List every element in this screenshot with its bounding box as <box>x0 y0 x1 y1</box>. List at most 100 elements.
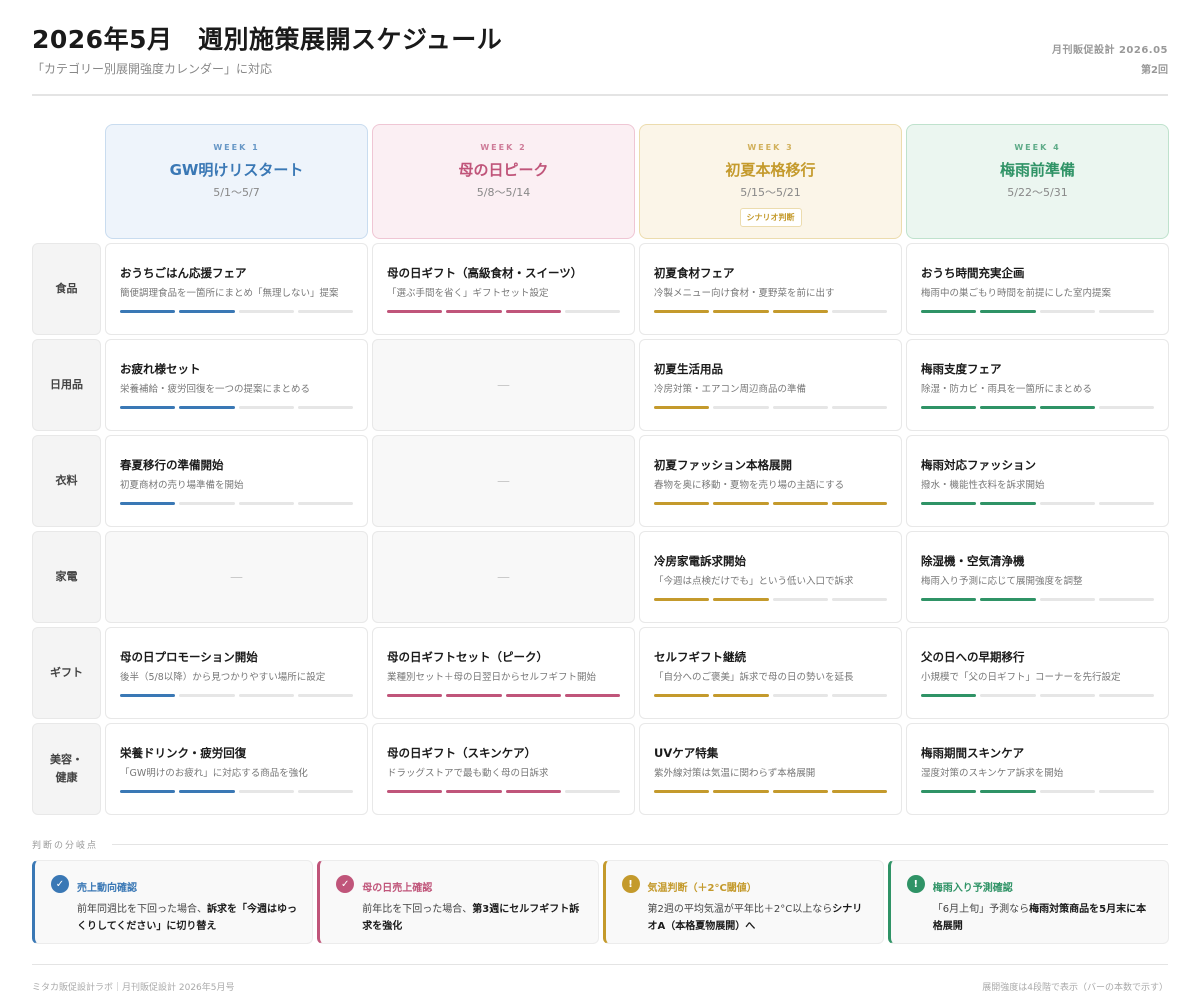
week-title: GW明けリスタート <box>169 161 304 179</box>
alert-icon: ! <box>621 875 640 893</box>
intensity-segment <box>831 693 887 697</box>
note-body-text: 前年同週比を下回った場合、 <box>77 904 207 915</box>
footer-divider <box>32 964 1168 965</box>
grid-corner-spacer <box>32 124 101 239</box>
note-body-text: 前年比を下回った場合、 <box>362 904 473 915</box>
schedule-cell: UVケア特集 紫外線対策は気温に関わらず本格展開 <box>639 723 902 815</box>
decision-note-title: 気温判断（＋2°C閾値） <box>647 883 757 894</box>
decision-section-label: 判断の分岐点 <box>32 841 99 851</box>
intensity-bar <box>921 405 1154 409</box>
intensity-segment <box>654 597 710 601</box>
intensity-segment <box>564 693 620 697</box>
category-label: ギフト <box>32 627 101 719</box>
week-date-range: 5/15〜5/21 <box>740 186 801 199</box>
intensity-bar <box>921 693 1154 697</box>
intensity-segment <box>654 693 710 697</box>
intensity-bar <box>654 597 887 601</box>
week-title: 母の日ピーク <box>458 161 549 179</box>
intensity-segment <box>297 405 353 409</box>
intensity-segment <box>1039 693 1095 697</box>
intensity-bar <box>654 405 887 409</box>
intensity-segment <box>1039 789 1095 793</box>
note-body-text: 「6月上旬」予測なら <box>932 904 1030 915</box>
cell-description: 梅雨中の巣ごもり時間を前提にした室内提案 <box>921 288 1112 300</box>
footer-legend-note: 展開強度は4段階で表示（バーの本数で示す） <box>982 983 1168 993</box>
empty-dash: — <box>230 569 243 585</box>
section-divider <box>112 844 1168 845</box>
intensity-segment <box>1098 693 1154 697</box>
cell-description: 「GW明けのお疲れ」に対応する商品を強化 <box>120 768 308 780</box>
decision-note-title: 梅雨入り予測確認 <box>932 883 1013 894</box>
intensity-segment <box>713 693 769 697</box>
publication-label: 月刊販促設計 2026.05 <box>1051 45 1168 56</box>
intensity-segment <box>1098 405 1154 409</box>
category-label: 日用品 <box>32 339 101 431</box>
intensity-segment <box>831 405 887 409</box>
cell-title: 除湿機・空気清浄機 <box>921 554 1025 569</box>
cell-title: 初夏食材フェア <box>654 266 735 281</box>
intensity-segment <box>980 789 1036 793</box>
intensity-segment <box>120 693 176 697</box>
intensity-segment <box>831 597 887 601</box>
decision-note-body: 第2週の平均気温が平年比＋2°C以上ならシナリオA（本格夏物展開）へ <box>648 901 869 935</box>
decision-note-body: 「6月上旬」予測なら梅雨対策商品を5月末に本格展開 <box>933 901 1154 935</box>
issue-label: 第2回 <box>1141 65 1168 76</box>
cell-description: 紫外線対策は気温に関わらず本格展開 <box>654 768 816 780</box>
intensity-segment <box>772 789 828 793</box>
cell-title: 母の日ギフト（スキンケア） <box>387 746 537 761</box>
decision-note: ✓ 母の日売上確認 前年比を下回った場合、第3週にセルフギフト訴求を強化 <box>317 860 599 944</box>
schedule-cell: 栄養ドリンク・疲労回復「GW明けのお疲れ」に対応する商品を強化 <box>105 723 368 815</box>
intensity-segment <box>772 309 828 313</box>
category-label: 家電 <box>32 531 101 623</box>
intensity-segment <box>564 789 620 793</box>
decision-note: ✓ 売上動向確認 前年同週比を下回った場合、訴求を「今週はゆっくりしてください」に切… <box>32 860 314 944</box>
week-label: WEEK 1 <box>213 143 260 152</box>
intensity-segment <box>120 789 176 793</box>
page-title: 2026年5月 週別施策展開スケジュール <box>32 25 503 54</box>
cell-description: 梅雨入り予測に応じて展開強度を調整 <box>921 576 1083 588</box>
footer-credit: ミタカ販促設計ラボ｜月刊販促設計 2026年5月号 <box>32 983 235 993</box>
week-date-range: 5/1〜5/7 <box>213 186 260 199</box>
intensity-segment <box>1098 789 1154 793</box>
intensity-segment <box>564 309 620 313</box>
schedule-cell: 父の日への早期移行 小規模で「父の日ギフト」コーナーを先行設定 <box>906 627 1169 719</box>
check-icon: ✓ <box>51 875 69 893</box>
intensity-segment <box>1098 597 1154 601</box>
category-label: 美容・ 健康 <box>32 723 101 815</box>
cell-description: 栄養補給・疲労回復を一つの提案にまとめる <box>120 384 311 396</box>
intensity-bar <box>387 309 620 313</box>
category-label: 食品 <box>32 243 101 335</box>
intensity-bar <box>654 789 887 793</box>
schedule-cell: 初夏食材フェア冷製メニュー向け食材・夏野菜を前に出す <box>639 243 902 335</box>
schedule-cell: 母の日ギフトセット（ピーク） 業種別セット＋母の日翌日からセルフギフト開始 <box>372 627 635 719</box>
schedule-cell: 母の日プロモーション開始 後半（5/8以降）から見つかりやすい場所に設定 <box>105 627 368 719</box>
alert-icon: ! <box>906 875 925 893</box>
intensity-segment <box>980 501 1036 505</box>
decision-note-body: 前年比を下回った場合、第3週にセルフギフト訴求を強化 <box>362 901 583 935</box>
schedule-cell: 梅雨対応ファッション 撥水・機能性衣料を訴求開始 <box>906 435 1169 527</box>
intensity-segment <box>387 789 443 793</box>
intensity-bar <box>387 789 620 793</box>
intensity-segment <box>1039 309 1095 313</box>
intensity-segment <box>446 789 502 793</box>
week-title: 梅雨前準備 <box>999 161 1075 179</box>
intensity-segment <box>238 405 294 409</box>
cell-title: 栄養ドリンク・疲労回復 <box>120 746 247 761</box>
intensity-segment <box>1098 309 1154 313</box>
cell-title: 父の日への早期移行 <box>921 650 1025 665</box>
cell-description: 春物を奥に移動・夏物を売り場の主語にする <box>654 480 845 492</box>
intensity-bar <box>921 309 1154 313</box>
cell-description: 「選ぶ手間を省く」ギフトセット設定 <box>387 288 549 300</box>
schedule-cell: おうちごはん応援フェア 簡便調理食品を一箇所にまとめ「無理しない」提案 <box>105 243 368 335</box>
intensity-bar <box>654 693 887 697</box>
intensity-segment <box>831 789 887 793</box>
intensity-segment <box>772 501 828 505</box>
cell-description: 「自分へのご褒美」訴求で母の日の勢いを延長 <box>654 672 854 684</box>
intensity-bar <box>654 309 887 313</box>
cell-title: 梅雨対応ファッション <box>921 458 1036 473</box>
cell-description: 冷製メニュー向け食材・夏野菜を前に出す <box>654 288 835 300</box>
cell-description: 後半（5/8以降）から見つかりやすい場所に設定 <box>120 672 326 684</box>
cell-title: セルフギフト継続 <box>654 650 746 665</box>
week-title: 初夏本格移行 <box>725 161 816 179</box>
schedule-cell: 除湿機・空気清浄機梅雨入り予測に応じて展開強度を調整 <box>906 531 1169 623</box>
